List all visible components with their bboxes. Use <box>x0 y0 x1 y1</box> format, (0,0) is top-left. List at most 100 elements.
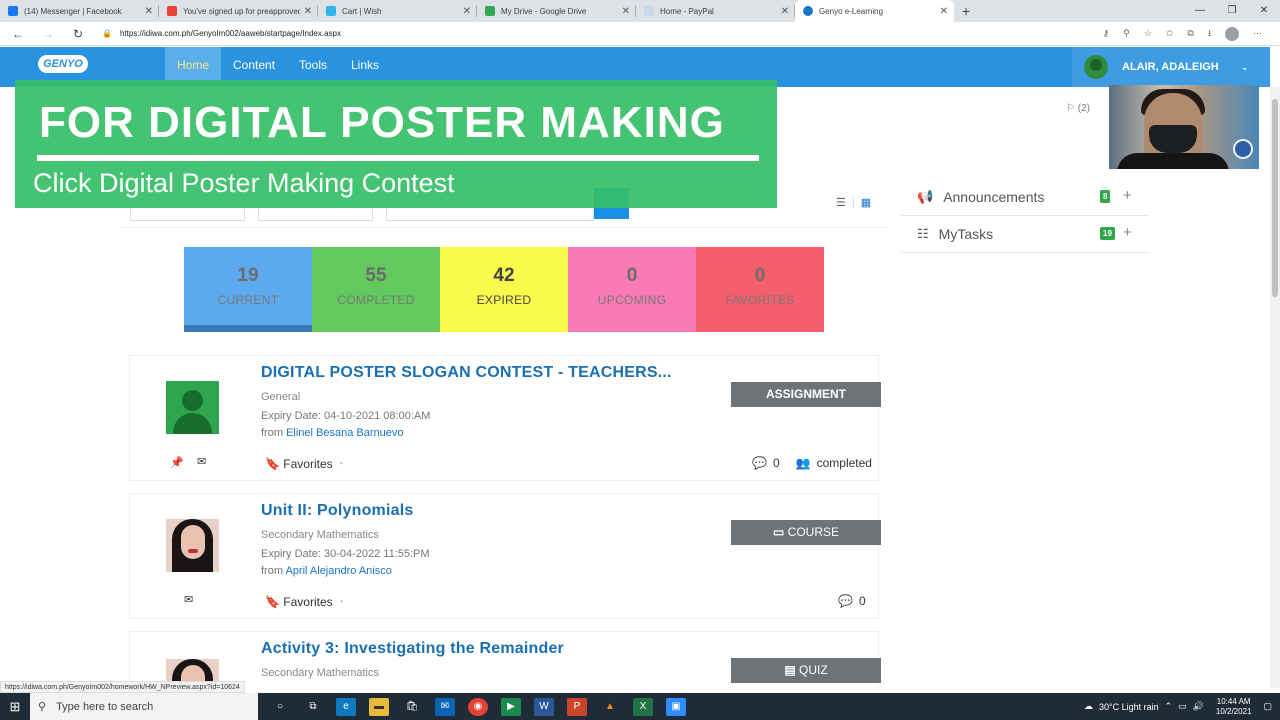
type-badge[interactable]: ▭ COURSE <box>731 520 881 545</box>
tray-chevron-icon[interactable]: ⌃ <box>1165 701 1173 712</box>
close-icon[interactable]: ✕ <box>622 6 630 17</box>
item-expiry: Expiry Date: 30-04-2022 11:55:PM <box>261 548 430 560</box>
add-icon[interactable]: + <box>1123 224 1132 241</box>
flag-count[interactable]: ⚐ (2) <box>1066 103 1090 114</box>
list-item: Activity 3: Investigating the Remainder … <box>129 631 881 688</box>
browser-tab[interactable]: You've signed up for preapproved... ✕ <box>159 0 318 22</box>
item-subject: General <box>261 391 301 403</box>
browser-tab[interactable]: My Drive - Google Drive ✕ <box>477 0 636 22</box>
sidebar-item-announcements[interactable]: 📢 Announcements 8 + <box>901 178 1149 216</box>
users-icon: 👥 <box>795 456 811 470</box>
app-icon[interactable]: ▶ <box>501 697 521 716</box>
grid-view-icon[interactable]: ▦ <box>861 196 871 209</box>
close-icon[interactable]: ✕ <box>940 6 948 17</box>
separator-dot: • <box>340 597 343 606</box>
tile-current[interactable]: 19 CURRENT <box>184 247 312 332</box>
profile-avatar[interactable] <box>1225 26 1239 41</box>
pin-icon[interactable]: 📌 <box>170 456 184 469</box>
zoom-app-icon[interactable]: ▣ <box>666 697 686 716</box>
tile-favorites[interactable]: 0 FAVORITES <box>696 247 824 332</box>
reload-icon[interactable]: ↻ <box>66 27 90 41</box>
forward-icon[interactable]: → <box>36 27 60 41</box>
list-view-icon[interactable]: ☰ <box>836 196 846 209</box>
add-icon[interactable]: + <box>1123 187 1132 204</box>
address-bar: ← → ↻ 🔒 https://idiwa.com.ph/GenyoIm002/a… <box>0 22 1280 46</box>
cortana-icon[interactable]: ○ <box>270 698 290 716</box>
window-controls: — ❐ ✕ <box>1184 0 1280 22</box>
notification-icon[interactable]: ▢ <box>1263 701 1272 712</box>
laptop-icon: ▭ <box>772 525 785 539</box>
view-toggle: ☰ | ▦ <box>836 196 872 209</box>
tile-completed[interactable]: 55 COMPLETED <box>312 247 440 332</box>
clock[interactable]: 10:44 AM 10/2/2021 <box>1216 697 1252 717</box>
close-icon[interactable]: ✕ <box>463 6 471 17</box>
powerpoint-icon[interactable]: P <box>567 697 587 716</box>
word-icon[interactable]: W <box>534 697 554 716</box>
page-scrollbar[interactable] <box>1270 87 1280 688</box>
author-link[interactable]: Elinel Besana Barnuevo <box>286 427 403 439</box>
mail-icon[interactable]: ✉ <box>184 593 193 606</box>
edge-icon[interactable]: e <box>336 697 356 716</box>
bookmark-icon: 🔖 <box>265 595 280 609</box>
restore-icon[interactable]: ❐ <box>1216 0 1248 22</box>
volume-icon[interactable]: 🔊 <box>1193 701 1204 712</box>
browser-tab[interactable]: (14) Messenger | Facebook ✕ <box>0 0 159 22</box>
tile-expired[interactable]: 42 EXPIRED <box>440 247 568 332</box>
favorites-icon[interactable]: ✩ <box>1166 28 1174 39</box>
favorites-button[interactable]: 🔖 Favorites <box>265 457 333 471</box>
browser-tab[interactable]: Home - PayPal ✕ <box>636 0 795 22</box>
gmail-icon <box>167 6 177 16</box>
mail-app-icon[interactable]: ✉ <box>435 697 455 716</box>
item-stats: 💬 0 <box>838 594 866 608</box>
store-icon[interactable]: 🛍 <box>402 698 422 716</box>
webcam-feed <box>1109 85 1259 169</box>
vlc-icon[interactable]: ▲ <box>600 698 620 716</box>
zoom-icon[interactable]: ⚲ <box>1123 28 1130 39</box>
more-icon[interactable]: ⋯ <box>1253 28 1262 39</box>
mail-icon[interactable]: ✉ <box>197 455 206 468</box>
extension-area: ⚷ ⚲ ☆ ✩ ⧉ ⭳ ⋯ <box>1103 26 1262 42</box>
item-from: from April Alejandro Anisco <box>261 565 392 577</box>
url-field[interactable]: 🔒 https://idiwa.com.ph/GenyoIm002/aaweb/s… <box>102 29 1103 38</box>
type-badge[interactable]: ▤ QUIZ <box>731 658 881 683</box>
genyo-logo[interactable]: GENYO <box>38 55 88 73</box>
task-list-icon: ☷ <box>917 225 929 241</box>
video-title-overlay: FOR DIGITAL POSTER MAKING Click Digital … <box>15 80 777 208</box>
sidebar-item-mytasks[interactable]: ☷ MyTasks 19 + <box>901 215 1149 253</box>
avatar <box>166 381 219 434</box>
close-icon[interactable]: ✕ <box>781 6 789 17</box>
tile-upcoming[interactable]: 0 UPCOMING <box>568 247 696 332</box>
status-url-tooltip: https://idiwa.com.ph/GenyoIm002/homework… <box>0 681 245 693</box>
item-title[interactable]: DIGITAL POSTER SLOGAN CONTEST - TEACHERS… <box>261 364 672 382</box>
download-icon[interactable]: ⭳ <box>1208 26 1211 42</box>
favorites-button[interactable]: 🔖 Favorites <box>265 595 333 609</box>
facebook-icon <box>8 6 18 16</box>
windows-start-icon[interactable]: ⊞ <box>0 699 30 715</box>
user-menu[interactable]: ALAIR, ADALEIGH ⌄ <box>1072 47 1270 87</box>
minimize-icon[interactable]: — <box>1184 0 1216 22</box>
excel-icon[interactable]: X <box>633 697 653 716</box>
close-icon[interactable]: ✕ <box>304 6 312 17</box>
close-icon[interactable]: ✕ <box>145 6 153 17</box>
item-title[interactable]: Activity 3: Investigating the Remainder <box>261 640 564 658</box>
close-window-icon[interactable]: ✕ <box>1248 0 1280 22</box>
back-icon[interactable]: ← <box>6 27 30 41</box>
type-badge[interactable]: ASSIGNMENT <box>731 382 881 407</box>
taskbar-search[interactable]: ⚲ Type here to search <box>30 693 258 720</box>
network-icon[interactable]: ▭ <box>1178 701 1187 712</box>
browser-tab[interactable]: Cart | Wish ✕ <box>318 0 477 22</box>
star-icon[interactable]: ☆ <box>1144 28 1152 39</box>
file-explorer-icon[interactable]: ▬ <box>369 697 389 716</box>
key-icon[interactable]: ⚷ <box>1103 28 1110 39</box>
avatar <box>166 519 219 572</box>
task-view-icon[interactable]: ⧉ <box>303 698 323 716</box>
new-tab-button[interactable]: + <box>962 0 970 22</box>
scrollbar-thumb[interactable] <box>1272 99 1278 297</box>
comment-icon[interactable]: 💬 <box>838 594 853 608</box>
item-title[interactable]: Unit II: Polynomials <box>261 502 413 520</box>
author-link[interactable]: April Alejandro Anisco <box>285 565 391 577</box>
browser-tab-active[interactable]: Genyo e-Learning ✕ <box>795 0 954 22</box>
comment-icon[interactable]: 💬 <box>752 456 767 470</box>
chrome-icon[interactable]: ◉ <box>468 697 488 716</box>
collections-icon[interactable]: ⧉ <box>1187 28 1193 39</box>
